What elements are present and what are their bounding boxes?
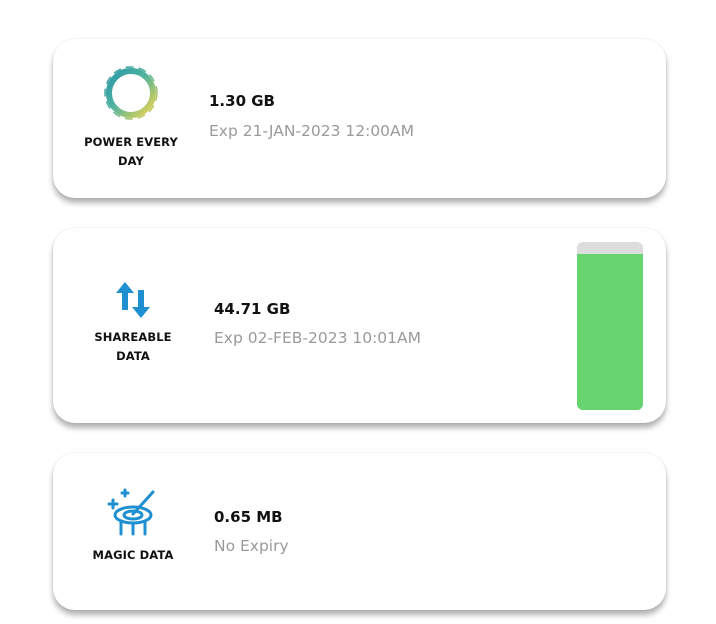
up-down-arrows-icon [78, 280, 188, 320]
plan-name: SHAREABLE DATA [94, 330, 172, 363]
plan-name: POWER EVERY DAY [84, 135, 178, 168]
data-amount: 0.65 MB [214, 508, 283, 526]
plan-card-shareable-data[interactable]: SHAREABLE DATA 44.71 GB Exp 02-FEB-2023 … [53, 228, 666, 423]
plan-name: MAGIC DATA [92, 548, 174, 562]
data-amount: 44.71 GB [214, 300, 291, 318]
plan-icon-column: MAGIC DATA [78, 486, 188, 565]
data-remaining-bar [577, 242, 643, 410]
magic-wand-icon [78, 486, 188, 538]
expiry-date: Exp 21-JAN-2023 12:00AM [209, 122, 415, 140]
expiry-date: No Expiry [214, 537, 289, 555]
expiry-date: Exp 02-FEB-2023 10:01AM [214, 329, 422, 347]
data-remaining-fill [577, 253, 643, 410]
data-amount: 1.30 GB [209, 92, 275, 110]
power-every-day-ring-icon [76, 63, 186, 123]
plan-card-power-every-day[interactable]: POWER EVERY DAY 1.30 GB Exp 21-JAN-2023 … [53, 39, 666, 198]
plan-card-magic-data[interactable]: MAGIC DATA 0.65 MB No Expiry [53, 453, 666, 610]
plan-icon-column: SHAREABLE DATA [78, 280, 188, 366]
plan-icon-column: POWER EVERY DAY [76, 63, 186, 171]
